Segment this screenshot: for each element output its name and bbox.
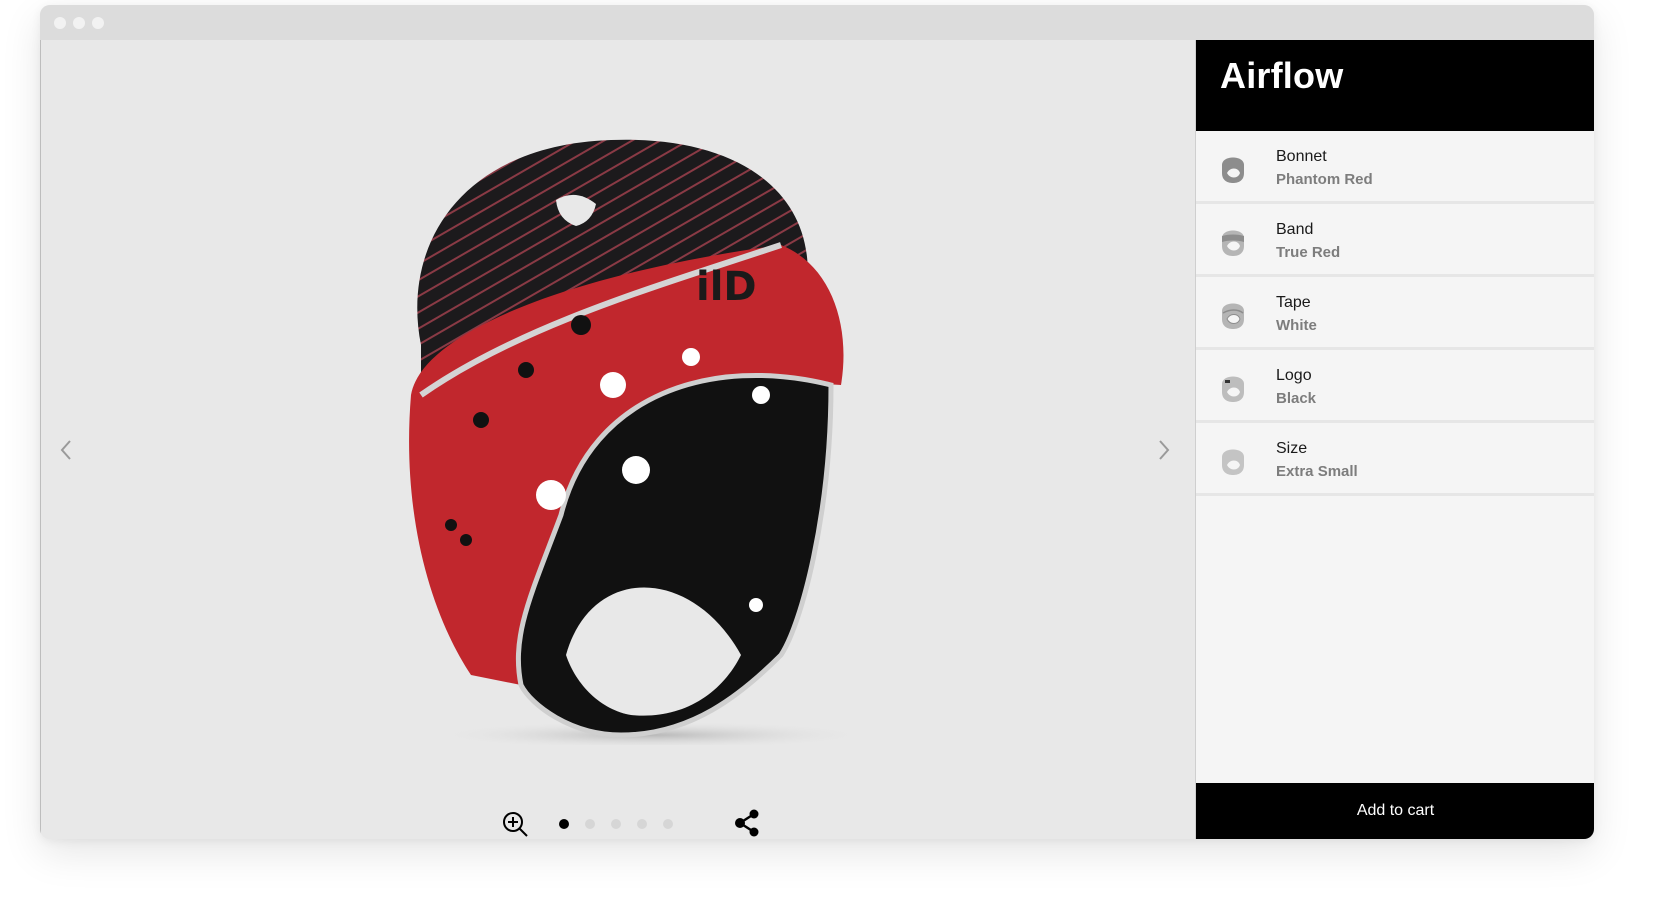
helmet-logo: ilD	[696, 264, 757, 310]
option-value: Phantom Red	[1276, 171, 1373, 188]
chevron-left-icon	[60, 440, 71, 460]
option-size[interactable]: Size Extra Small	[1196, 423, 1594, 496]
configurator-panel: Airflow Bonnet Phantom Red Band True Red	[1195, 40, 1594, 839]
share-icon[interactable]	[733, 808, 761, 838]
product-title: Airflow	[1220, 55, 1344, 96]
title-bar	[40, 5, 1594, 40]
option-value: Extra Small	[1276, 463, 1358, 480]
helmet-logo-icon	[1222, 376, 1244, 402]
browser-window: ilD Airflow Bonnet Phantom Red Band True…	[40, 5, 1594, 839]
add-to-cart-button[interactable]: Add to cart	[1196, 783, 1594, 839]
option-label: Tape	[1276, 294, 1311, 311]
pager-dot-5[interactable]	[663, 819, 673, 829]
option-label: Bonnet	[1276, 148, 1327, 165]
next-image-button[interactable]	[1151, 430, 1177, 470]
viewer-controls	[501, 808, 801, 838]
pager-dot-1[interactable]	[559, 819, 569, 829]
option-list: Bonnet Phantom Red Band True Red Tape Wh…	[1196, 131, 1594, 496]
pager-dot-3[interactable]	[611, 819, 621, 829]
option-logo[interactable]: Logo Black	[1196, 350, 1594, 423]
chevron-right-icon	[1159, 440, 1170, 460]
previous-image-button[interactable]	[53, 430, 79, 470]
image-pager	[559, 819, 673, 829]
option-label: Size	[1276, 440, 1308, 457]
headguard-illustration: ilD	[409, 139, 871, 749]
panel-header: Airflow	[1196, 40, 1594, 131]
pager-dot-4[interactable]	[637, 819, 647, 829]
pager-dot-2[interactable]	[585, 819, 595, 829]
helmet-band-icon	[1222, 230, 1244, 256]
product-viewer: ilD	[40, 40, 1196, 839]
option-tape[interactable]: Tape White	[1196, 277, 1594, 350]
option-label: Band	[1276, 221, 1314, 238]
zoom-in-icon[interactable]	[501, 810, 529, 838]
helmet-size-icon	[1222, 449, 1244, 475]
window-close-button[interactable]	[54, 17, 66, 29]
option-value: True Red	[1276, 244, 1341, 261]
product-image: ilD	[361, 95, 881, 749]
option-band[interactable]: Band True Red	[1196, 204, 1594, 277]
option-bonnet[interactable]: Bonnet Phantom Red	[1196, 131, 1594, 204]
option-label: Logo	[1276, 367, 1312, 384]
helmet-tape-icon	[1222, 303, 1244, 329]
option-value: Black	[1276, 390, 1317, 407]
window-minimize-button[interactable]	[73, 17, 85, 29]
option-value: White	[1276, 317, 1317, 334]
helmet-bonnet-icon	[1222, 157, 1244, 183]
window-maximize-button[interactable]	[92, 17, 104, 29]
